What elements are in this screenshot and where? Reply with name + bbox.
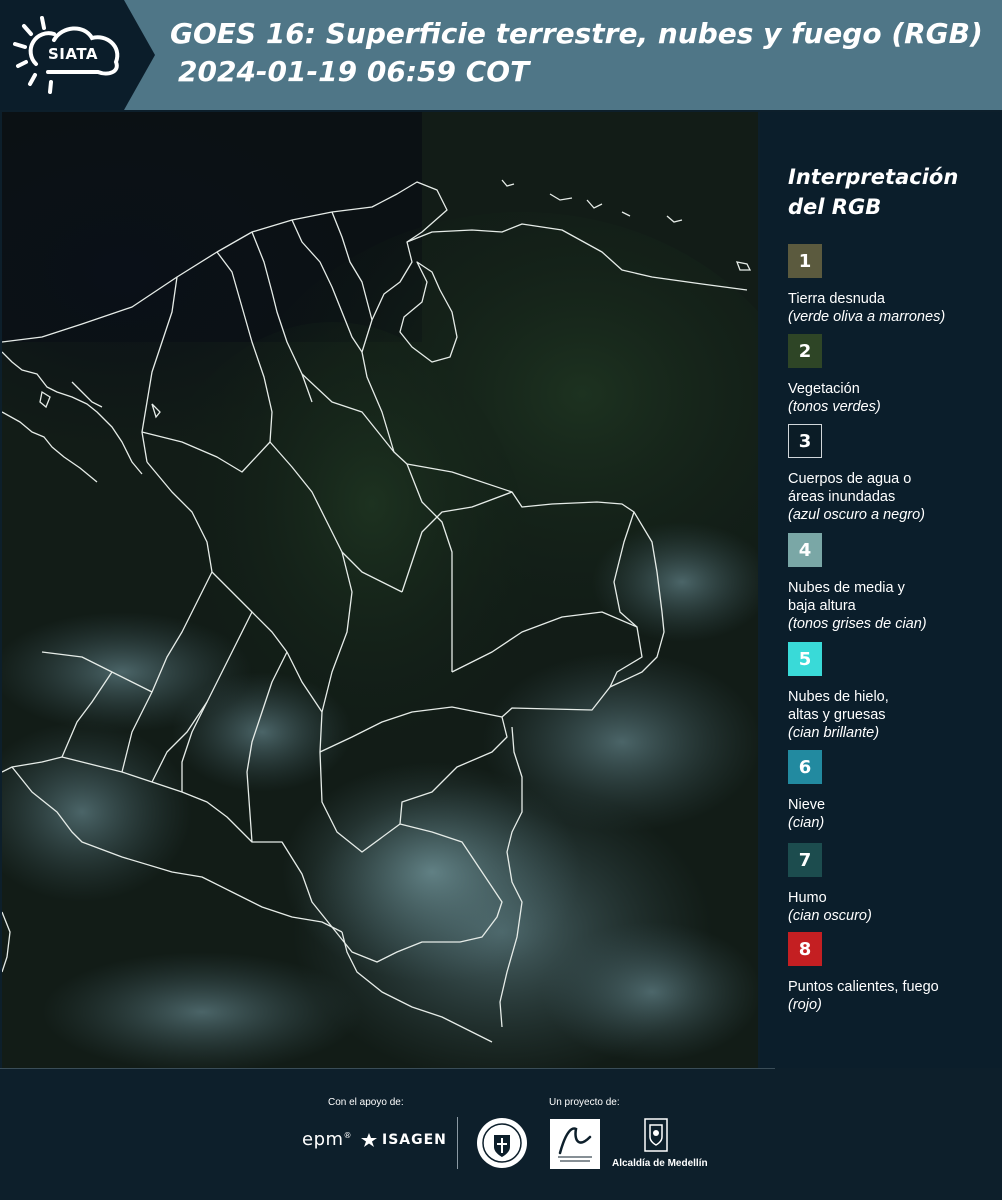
legend-item-7: 7 Humo (cian oscuro) — [788, 843, 998, 925]
legend-swatch-8: 8 — [788, 932, 822, 966]
legend-item-1: 1 Tierra desnuda (verde oliva a marrones… — [788, 244, 998, 326]
legend-swatch-5: 5 — [788, 642, 822, 676]
page-timestamp: 2024-01-19 06:59 COT — [178, 55, 530, 88]
university-seal-icon — [477, 1118, 527, 1168]
legend-swatch-1: 1 — [788, 244, 822, 278]
legend-desc-8: (rojo) — [788, 997, 822, 1013]
legend-label-1: Tierra desnuda — [788, 291, 885, 307]
isagen-star-icon — [361, 1133, 377, 1147]
legend-panel: Interpretación del RGB 1 Tierra desnuda … — [760, 112, 1002, 1068]
legend-swatch-3: 3 — [788, 424, 822, 458]
epm-logo: epm® — [302, 1129, 352, 1150]
support-label: Con el apoyo de: — [328, 1097, 404, 1108]
legend-desc-4: (tonos grises de cian) — [788, 616, 927, 632]
legend-swatch-7: 7 — [788, 843, 822, 877]
legend-desc-5: (cian brillante) — [788, 725, 880, 741]
isagen-logo: ISAGEN — [360, 1132, 447, 1148]
legend-label-4: Nubes de media y baja altura — [788, 580, 905, 614]
siata-logo-text: SIATA — [48, 45, 99, 63]
header-bar: SIATA GOES 16: Superficie terrestre, nub… — [0, 0, 1002, 110]
isagen-logo-text: ISAGEN — [382, 1132, 447, 1148]
alcaldia-label: Alcaldía de Medellín — [612, 1158, 708, 1169]
legend-desc-1: (verde oliva a marrones) — [788, 309, 946, 325]
legend-label-7: Humo — [788, 890, 827, 906]
page-title: GOES 16: Superficie terrestre, nubes y f… — [170, 17, 983, 50]
legend-title: Interpretación del RGB — [788, 165, 959, 219]
registered-mark: ® — [343, 1131, 353, 1140]
footer-divider — [457, 1117, 458, 1169]
legend-label-3: Cuerpos de agua o áreas inundadas — [788, 471, 912, 505]
legend-item-3: 3 Cuerpos de agua o áreas inundadas (azu… — [788, 424, 998, 524]
legend-desc-6: (cian) — [788, 815, 825, 831]
satellite-map — [2, 112, 758, 1068]
legend-item-2: 2 Vegetación (tonos verdes) — [788, 334, 998, 416]
legend-item-8: 8 Puntos calientes, fuego (rojo) — [788, 932, 998, 1014]
legend-label-2: Vegetación — [788, 381, 860, 397]
legend-desc-7: (cian oscuro) — [788, 908, 872, 924]
legend-label-8: Puntos calientes, fuego — [788, 979, 939, 995]
epm-logo-text: epm — [302, 1129, 344, 1150]
legend-swatch-4: 4 — [788, 533, 822, 567]
legend-desc-2: (tonos verdes) — [788, 399, 881, 415]
area-metropolitana-logo — [550, 1119, 600, 1169]
footer: Con el apoyo de: Un proyecto de: epm® IS… — [0, 1069, 1002, 1200]
legend-swatch-6: 6 — [788, 750, 822, 784]
legend-label-5: Nubes de hielo, altas y gruesas — [788, 689, 889, 723]
legend-item-4: 4 Nubes de media y baja altura (tonos gr… — [788, 533, 998, 633]
project-label: Un proyecto de: — [549, 1097, 620, 1108]
satellite-image — [2, 112, 758, 1068]
legend-desc-3: (azul oscuro a negro) — [788, 507, 926, 523]
alcaldia-shield-icon — [644, 1118, 668, 1152]
legend-label-6: Nieve — [788, 797, 826, 813]
legend-item-5: 5 Nubes de hielo, altas y gruesas (cian … — [788, 642, 998, 742]
legend-item-6: 6 Nieve (cian) — [788, 750, 998, 832]
legend-swatch-2: 2 — [788, 334, 822, 368]
siata-logo-panel: SIATA — [0, 0, 155, 110]
